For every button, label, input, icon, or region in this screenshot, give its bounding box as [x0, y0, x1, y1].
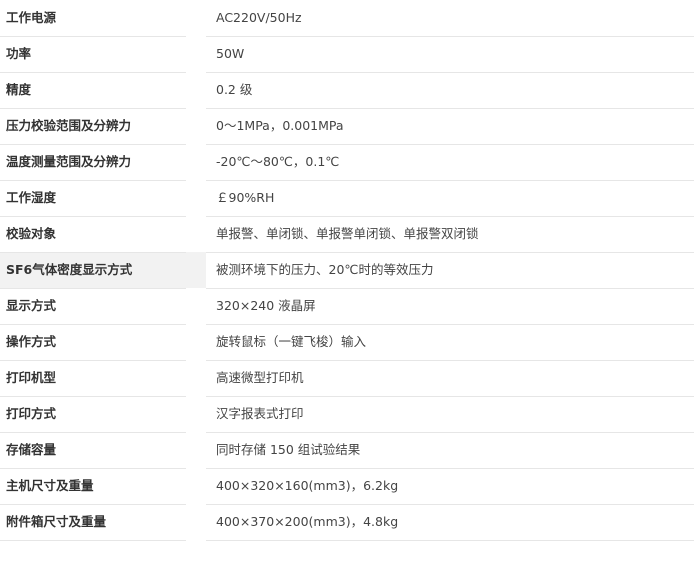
row-gap — [186, 216, 206, 252]
spec-table: 工作电源 AC220V/50Hz 功率 50W 精度 0.2 级 压力校验范围及… — [0, 0, 694, 541]
table-row: 附件箱尺寸及重量 400×370×200(mm3)，4.8kg — [0, 504, 694, 541]
table-row: 显示方式 320×240 液晶屏 — [0, 288, 694, 325]
table-row: 校验对象 单报警、单闭锁、单报警单闭锁、单报警双闭锁 — [0, 216, 694, 253]
table-row: 操作方式 旋转鼠标（一键飞梭）输入 — [0, 324, 694, 361]
spec-value: 单报警、单闭锁、单报警单闭锁、单报警双闭锁 — [206, 216, 694, 253]
spec-value: 400×320×160(mm3)，6.2kg — [206, 468, 694, 505]
spec-label: 压力校验范围及分辨力 — [0, 108, 186, 145]
row-gap — [186, 144, 206, 180]
spec-label: 工作电源 — [0, 0, 186, 37]
row-gap — [186, 360, 206, 396]
table-row-highlighted: SF6气体密度显示方式 被测环境下的压力、20℃时的等效压力 — [0, 252, 694, 289]
spec-label: 主机尺寸及重量 — [0, 468, 186, 505]
spec-label: 打印方式 — [0, 396, 186, 433]
row-gap — [186, 180, 206, 216]
spec-value: ￡90%RH — [206, 180, 694, 217]
row-gap — [186, 252, 206, 288]
row-gap — [186, 396, 206, 432]
row-gap — [186, 504, 206, 540]
spec-value: 400×370×200(mm3)，4.8kg — [206, 504, 694, 541]
spec-label: 校验对象 — [0, 216, 186, 253]
spec-value: -20℃～80℃，0.1℃ — [206, 144, 694, 181]
spec-value: 0.2 级 — [206, 72, 694, 109]
table-row: 打印机型 高速微型打印机 — [0, 360, 694, 397]
spec-label: SF6气体密度显示方式 — [0, 252, 186, 289]
row-gap — [186, 0, 206, 36]
spec-value: AC220V/50Hz — [206, 0, 694, 37]
spec-label: 工作湿度 — [0, 180, 186, 217]
row-gap — [186, 36, 206, 72]
table-row: 温度测量范围及分辨力 -20℃～80℃，0.1℃ — [0, 144, 694, 181]
spec-value: 旋转鼠标（一键飞梭）输入 — [206, 324, 694, 361]
spec-value: 50W — [206, 36, 694, 73]
spec-label: 温度测量范围及分辨力 — [0, 144, 186, 181]
row-gap — [186, 324, 206, 360]
spec-value: 汉字报表式打印 — [206, 396, 694, 433]
row-gap — [186, 288, 206, 324]
table-row: 压力校验范围及分辨力 0～1MPa，0.001MPa — [0, 108, 694, 145]
table-row: 精度 0.2 级 — [0, 72, 694, 109]
spec-label: 显示方式 — [0, 288, 186, 325]
table-row: 工作电源 AC220V/50Hz — [0, 0, 694, 37]
row-gap — [186, 72, 206, 108]
spec-value: 0～1MPa，0.001MPa — [206, 108, 694, 145]
spec-value: 被测环境下的压力、20℃时的等效压力 — [206, 252, 694, 289]
spec-label: 功率 — [0, 36, 186, 73]
table-row: 主机尺寸及重量 400×320×160(mm3)，6.2kg — [0, 468, 694, 505]
spec-label: 存储容量 — [0, 432, 186, 469]
spec-label: 附件箱尺寸及重量 — [0, 504, 186, 541]
spec-value: 高速微型打印机 — [206, 360, 694, 397]
row-gap — [186, 108, 206, 144]
spec-label: 操作方式 — [0, 324, 186, 361]
spec-value: 同时存储 150 组试验结果 — [206, 432, 694, 469]
spec-label: 打印机型 — [0, 360, 186, 397]
spec-value: 320×240 液晶屏 — [206, 288, 694, 325]
spec-label: 精度 — [0, 72, 186, 109]
row-gap — [186, 432, 206, 468]
table-row: 打印方式 汉字报表式打印 — [0, 396, 694, 433]
table-row: 工作湿度 ￡90%RH — [0, 180, 694, 217]
table-row: 存储容量 同时存储 150 组试验结果 — [0, 432, 694, 469]
row-gap — [186, 468, 206, 504]
table-row: 功率 50W — [0, 36, 694, 73]
